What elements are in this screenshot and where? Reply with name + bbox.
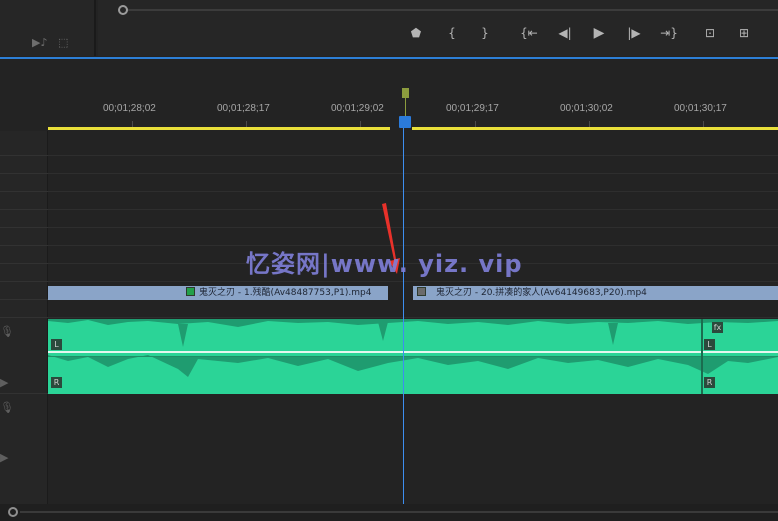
right-channel-label: R: [704, 377, 715, 388]
video-clip[interactable]: 鬼灭之刃 - 1.残酷(Av48487753,P1).mp4: [48, 286, 388, 300]
video-clip[interactable]: 鬼灭之刃 - 20.拼凑的家人(Av64149683,P20).mp4: [413, 286, 778, 300]
video-track[interactable]: [48, 131, 778, 156]
microphone-icon[interactable]: 🎙: [0, 401, 14, 414]
step-back-button[interactable]: ◀|: [555, 22, 575, 44]
mark-out-button[interactable]: }: [478, 22, 492, 44]
sequence-marker-stem: [405, 98, 406, 118]
timecode-label: 00;01;29;17: [446, 103, 499, 114]
track-header-row: [0, 282, 48, 300]
left-channel-label: L: [51, 339, 62, 350]
work-area-bar[interactable]: [48, 127, 778, 130]
timecode-label: 00;01;28;17: [217, 103, 270, 114]
track-header-row: [0, 210, 48, 228]
track-header-row: [0, 300, 48, 318]
audio-clip[interactable]: L R fx L R: [48, 319, 778, 394]
play-button[interactable]: ▶: [590, 22, 608, 44]
program-monitor: ⬟ { } {⇤ ◀| ▶ |▶ ⇥} ⊡ ⊞: [98, 0, 778, 56]
mark-in-button[interactable]: {: [445, 22, 459, 44]
audio-lane-divider: [48, 356, 778, 357]
right-channel-label: R: [51, 377, 62, 388]
microphone-icon[interactable]: 🎙: [0, 325, 14, 338]
track-header-row: [0, 246, 48, 264]
audio-channel-divider: [48, 351, 778, 353]
timecode-label: 00;01;30;02: [560, 103, 613, 114]
track-headers: 🎙 ▶ 🎙 ▶: [0, 131, 48, 507]
expand-track-icon[interactable]: ▶: [0, 376, 8, 389]
fx-badge-icon: [417, 287, 426, 296]
track-header-row: [0, 174, 48, 192]
left-channel-label: L: [704, 339, 715, 350]
go-to-out-button[interactable]: ⇥}: [658, 22, 680, 44]
track-header-row: [0, 131, 48, 156]
audio-edit-point[interactable]: [701, 319, 703, 394]
timecode-label: 00;01;30;17: [674, 103, 727, 114]
audio-only-icon[interactable]: ▶♪: [32, 36, 47, 49]
video-track[interactable]: [48, 174, 778, 192]
video-track[interactable]: [48, 156, 778, 174]
extract-button[interactable]: ⊞: [734, 22, 754, 44]
fx-badge-icon: fx: [712, 322, 723, 333]
go-to-in-button[interactable]: {⇤: [518, 22, 540, 44]
video-track[interactable]: [48, 210, 778, 228]
clip-label: 鬼灭之刃 - 1.残酷(Av48487753,P1).mp4: [199, 288, 372, 298]
track-header-row: [0, 192, 48, 210]
video-track[interactable]: [48, 192, 778, 210]
track-header-row: [0, 156, 48, 174]
export-frame-icon[interactable]: ⬚: [58, 36, 68, 49]
track-header-row: [0, 228, 48, 246]
timeline-ruler[interactable]: 00;01;28;02 00;01;28;17 00;01;29;02 00;0…: [48, 59, 778, 131]
sequence-marker[interactable]: [402, 88, 409, 98]
timecode-label: 00;01;29;02: [331, 103, 384, 114]
playhead-line[interactable]: [403, 128, 404, 504]
scrubber-track: [118, 9, 778, 11]
expand-track-icon[interactable]: ▶: [0, 451, 8, 464]
track-header-row: [0, 264, 48, 282]
lift-button[interactable]: ⊡: [700, 22, 720, 44]
transport-controls: ⬟ { } {⇤ ◀| ▶ |▶ ⇥} ⊡ ⊞: [98, 22, 778, 44]
timecode-label: 00;01;28;02: [103, 103, 156, 114]
timeline-zoom-scrollbar[interactable]: [0, 504, 778, 521]
scrollbar-track[interactable]: [20, 511, 778, 513]
add-marker-button[interactable]: ⬟: [408, 22, 424, 44]
playhead-handle[interactable]: [399, 116, 411, 128]
audio-track-2[interactable]: [48, 394, 778, 507]
scrubber-handle[interactable]: [118, 5, 128, 15]
step-forward-button[interactable]: |▶: [624, 22, 644, 44]
source-panel: ▶♪ ⬚: [0, 0, 96, 56]
monitor-scrubber[interactable]: [118, 4, 778, 16]
watermark: 忆姿网|www. yiz. vip: [246, 250, 523, 278]
zoom-handle[interactable]: [8, 507, 18, 517]
fx-badge-icon: [186, 287, 195, 296]
clip-label: 鬼灭之刃 - 20.拼凑的家人(Av64149683,P20).mp4: [436, 288, 647, 298]
